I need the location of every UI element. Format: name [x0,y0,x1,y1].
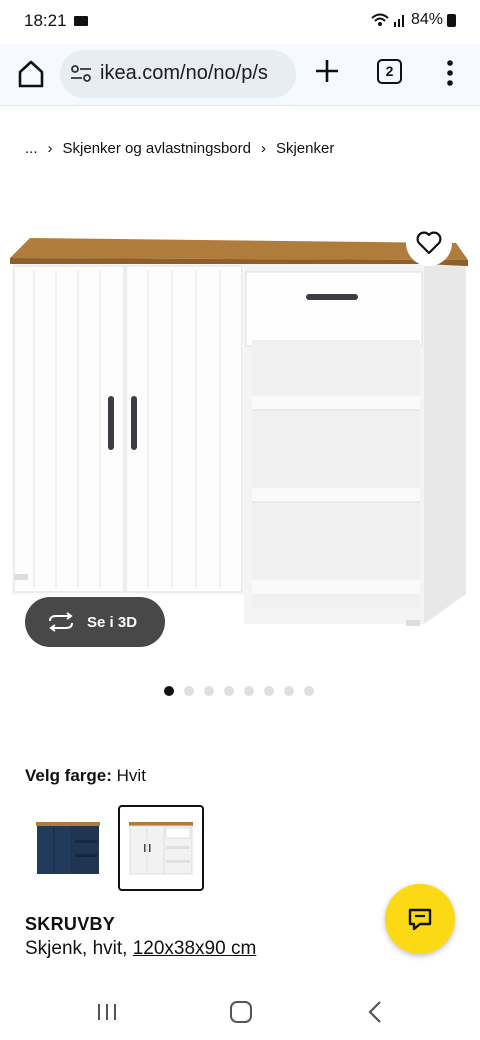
status-icons: 84% [371,11,456,29]
signal-icon [393,15,404,27]
breadcrumb-ellipsis[interactable]: ... [25,140,38,157]
home-icon[interactable] [14,57,48,91]
carousel-dot[interactable] [304,686,314,696]
recent-apps-icon[interactable] [96,1002,118,1022]
product-description-text: Skjenk, hvit, [25,938,128,959]
carousel-dot[interactable] [224,686,234,696]
color-label-title: Velg farge: [25,766,112,785]
carousel-dot[interactable] [244,686,254,696]
carousel-dot[interactable] [164,686,174,696]
battery-text: 84% [410,11,443,28]
url-text: ikea.com/no/no/p/s [100,62,268,84]
carousel-dot[interactable] [204,686,214,696]
browser-toolbar: ikea.com/no/no/p/s 2 [0,44,480,106]
breadcrumb-item-current[interactable]: Skjenker [276,140,334,157]
back-icon[interactable] [366,1000,384,1024]
breadcrumb: ... › Skjenker og avlastningsbord › Skje… [25,140,334,157]
more-menu-icon[interactable] [440,56,460,90]
color-selection-label: Velg farge: Hvit [25,766,146,786]
color-swatch-dark-blue[interactable] [25,805,111,891]
chevron-right-icon: › [47,140,53,157]
product-size-link[interactable]: 120x38x90 cm [133,938,257,959]
product-thumbnail-dark-blue [36,822,100,874]
status-time: 18:21 [24,11,67,30]
product-image[interactable] [0,200,480,660]
color-swatch-white[interactable] [118,805,204,891]
product-thumbnail-white [129,822,193,875]
tab-switcher-button[interactable]: 2 [377,59,402,84]
wifi-icon [371,13,389,26]
view-3d-label: Se i 3D [87,613,138,631]
site-settings-icon[interactable] [70,65,92,83]
breadcrumb-item-sideboards[interactable]: Skjenker og avlastningsbord [63,140,251,157]
carousel-dot[interactable] [284,686,294,696]
mail-icon [74,16,88,26]
battery-icon [447,13,456,27]
carousel-dot[interactable] [184,686,194,696]
favorite-button[interactable] [406,220,452,266]
view-3d-button[interactable]: Se i 3D [25,597,165,647]
heart-icon [416,231,442,255]
carousel-dot[interactable] [264,686,274,696]
system-nav-bar [0,984,480,1040]
rotate-3d-icon [49,612,73,632]
status-bar: 18:21 84% [0,0,480,44]
chat-icon [408,908,432,931]
carousel-dots [164,686,314,696]
new-tab-icon[interactable] [312,56,342,86]
address-bar[interactable]: ikea.com/no/no/p/s [60,50,296,98]
product-name: SKRUVBY [25,914,116,934]
chat-button[interactable] [385,884,455,954]
color-value: Hvit [116,766,146,785]
home-nav-icon[interactable] [230,1001,252,1023]
product-description: Skjenk, hvit, 120x38x90 cm [25,938,256,960]
chevron-right-icon: › [260,140,266,157]
